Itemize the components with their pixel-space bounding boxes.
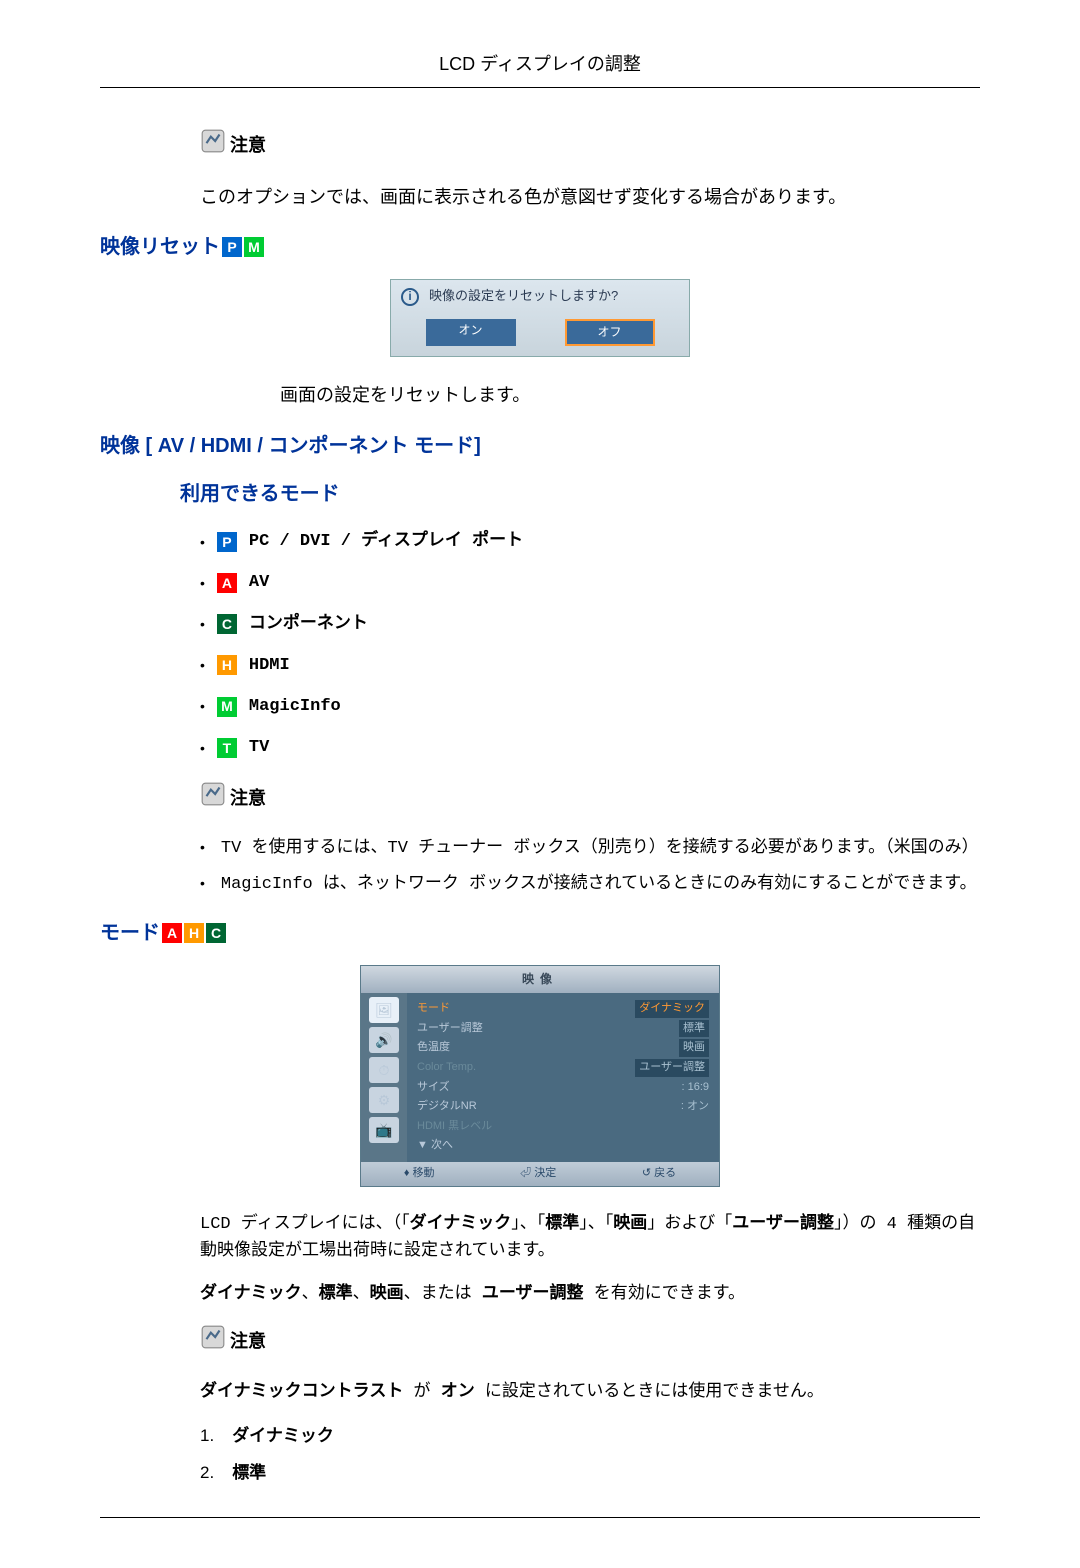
osd-val-user: ユーザー調整	[635, 1059, 709, 1077]
note-2-list: • TV を使用するには、TV チューナー ボックス（別売り）を接続する必要があ…	[200, 836, 980, 897]
reset-on-button: オン	[426, 319, 516, 346]
ol-item-2: 標準	[232, 1459, 266, 1486]
section-heading-reset: 映像リセット P M	[100, 231, 980, 263]
osd-row-colortemp: 色温度	[417, 1039, 450, 1057]
reset-prompt: 映像の設定をリセットしますか?	[429, 286, 618, 307]
info-icon: i	[401, 288, 419, 306]
reset-off-button: オフ	[565, 319, 655, 346]
available-modes-heading: 利用できるモード	[180, 478, 980, 510]
mode-h-label: HDMI	[249, 652, 290, 679]
list-item: 1.ダイナミック	[200, 1422, 980, 1449]
osd-side-sound-icon: 🔊	[369, 1027, 399, 1053]
osd-val-std: 標準	[679, 1020, 709, 1038]
osd-side-clock-icon: ⏱	[369, 1057, 399, 1083]
list-item: 2.標準	[200, 1459, 980, 1486]
note-2-text-2: MagicInfo は、ネットワーク ボックスが接続されているときにのみ有効にす…	[221, 872, 977, 898]
osd-row-dnr: デジタルNR	[417, 1098, 477, 1116]
note-block-2: 注意	[200, 781, 980, 816]
list-item: • TV を使用するには、TV チューナー ボックス（別売り）を接続する必要があ…	[200, 836, 980, 862]
osd-screenshot: 映像 🖼 🔊 ⏱ ⚙ 📺 モード ダイナミック ユーザー調整 標準 色温度 映画 Co…	[100, 965, 980, 1187]
note-2-text-1: TV を使用するには、TV チューナー ボックス（別売り）を接続する必要がありま…	[221, 836, 979, 862]
badge-c-icon: C	[206, 923, 226, 943]
ol-item-1: ダイナミック	[232, 1422, 334, 1449]
mode-a-label: AV	[249, 569, 269, 596]
badge-h-icon: H	[217, 655, 237, 675]
badge-p-icon: P	[222, 237, 242, 257]
osd-row-mode: モード	[417, 1000, 450, 1018]
section-heading-picture-text: 映像 [ AV / HDMI / コンポーネント モード]	[100, 430, 481, 462]
osd-side-setup-icon: ⚙	[369, 1087, 399, 1113]
available-modes-list: • P PC / DVI / ディスプレイ ポート • A AV • C コンポ…	[200, 528, 980, 761]
osd-row-size: サイズ	[417, 1079, 450, 1097]
note-1-text: このオプションでは、画面に表示される色が意図せず変化する場合があります。	[200, 183, 980, 212]
section-heading-mode: モード A H C	[100, 917, 980, 949]
note-label: 注意	[230, 784, 266, 813]
badge-t-icon: T	[217, 738, 237, 758]
osd-val-movie: 映画	[679, 1039, 709, 1057]
osd-footer-enter: 決定	[534, 1167, 556, 1179]
osd-title: 映像	[361, 966, 719, 993]
osd-footer-return: 戻る	[654, 1167, 676, 1179]
mode-c-label: コンポーネント	[249, 611, 368, 638]
mode-paragraph-1: LCD ディスプレイには、（「ダイナミック」、「標準」、「映画」および「ユーザー…	[200, 1211, 980, 1265]
badge-a-icon: A	[217, 573, 237, 593]
note-label: 注意	[230, 1327, 266, 1356]
note-label: 注意	[230, 131, 266, 160]
note-icon	[200, 128, 226, 163]
badge-h-icon: H	[184, 923, 204, 943]
list-item: • A AV	[200, 569, 980, 596]
list-item: • MagicInfo は、ネットワーク ボックスが接続されているときにのみ有効…	[200, 872, 980, 898]
section-heading-picture: 映像 [ AV / HDMI / コンポーネント モード]	[100, 430, 980, 462]
badge-p-icon: P	[217, 532, 237, 552]
bottom-rule	[100, 1517, 980, 1518]
osd-row-hdmi: HDMI 黒レベル	[417, 1118, 492, 1136]
list-item: • M MagicInfo	[200, 693, 980, 720]
section-heading-mode-text: モード	[100, 917, 160, 949]
list-item: • C コンポーネント	[200, 611, 980, 638]
page-header: LCD ディスプレイの調整	[100, 50, 980, 88]
osd-footer-move: 移動	[413, 1167, 435, 1179]
osd-val-mode: ダイナミック	[635, 1000, 709, 1018]
reset-desc: 画面の設定をリセットします。	[280, 381, 980, 410]
osd-row-next: ▼ 次へ	[417, 1137, 453, 1155]
osd-val-size: : 16:9	[681, 1079, 709, 1097]
list-item: • P PC / DVI / ディスプレイ ポート	[200, 528, 980, 555]
badge-c-icon: C	[217, 614, 237, 634]
badge-a-icon: A	[162, 923, 182, 943]
section-heading-reset-text: 映像リセット	[100, 231, 220, 263]
osd-side-input-icon: 📺	[369, 1117, 399, 1143]
osd-main: モード ダイナミック ユーザー調整 標準 色温度 映画 Color Temp. ユーザー…	[407, 993, 719, 1162]
mode-m-label: MagicInfo	[249, 693, 341, 720]
osd-val-dnr: : オン	[681, 1098, 709, 1116]
mode-p-label: PC / DVI / ディスプレイ ポート	[249, 528, 523, 555]
osd-footer: ♦ 移動 ⏎ 決定 ↺ 戻る	[361, 1162, 719, 1186]
note-block-1: 注意	[200, 128, 980, 163]
mode-paragraph-2: ダイナミック、標準、映画、または ユーザー調整 を有効にできます。	[200, 1281, 980, 1308]
osd-sidebar: 🖼 🔊 ⏱ ⚙ 📺	[361, 993, 407, 1162]
reset-dialog-screenshot: i 映像の設定をリセットしますか? オン オフ	[100, 279, 980, 357]
osd-row-colortemp-en: Color Temp.	[417, 1059, 476, 1077]
mode-ordered-list: 1.ダイナミック 2.標準	[200, 1422, 980, 1486]
mode-t-label: TV	[249, 734, 269, 761]
note-icon	[200, 1324, 226, 1359]
osd-row-user: ユーザー調整	[417, 1020, 483, 1038]
badge-m-icon: M	[244, 237, 264, 257]
note-3-text: ダイナミックコントラスト が オン に設定されているときには使用できません。	[200, 1379, 980, 1406]
note-block-3: 注意	[200, 1324, 980, 1359]
badge-m-icon: M	[217, 697, 237, 717]
list-item: • H HDMI	[200, 652, 980, 679]
note-icon	[200, 781, 226, 816]
list-item: • T TV	[200, 734, 980, 761]
osd-side-picture-icon: 🖼	[369, 997, 399, 1023]
